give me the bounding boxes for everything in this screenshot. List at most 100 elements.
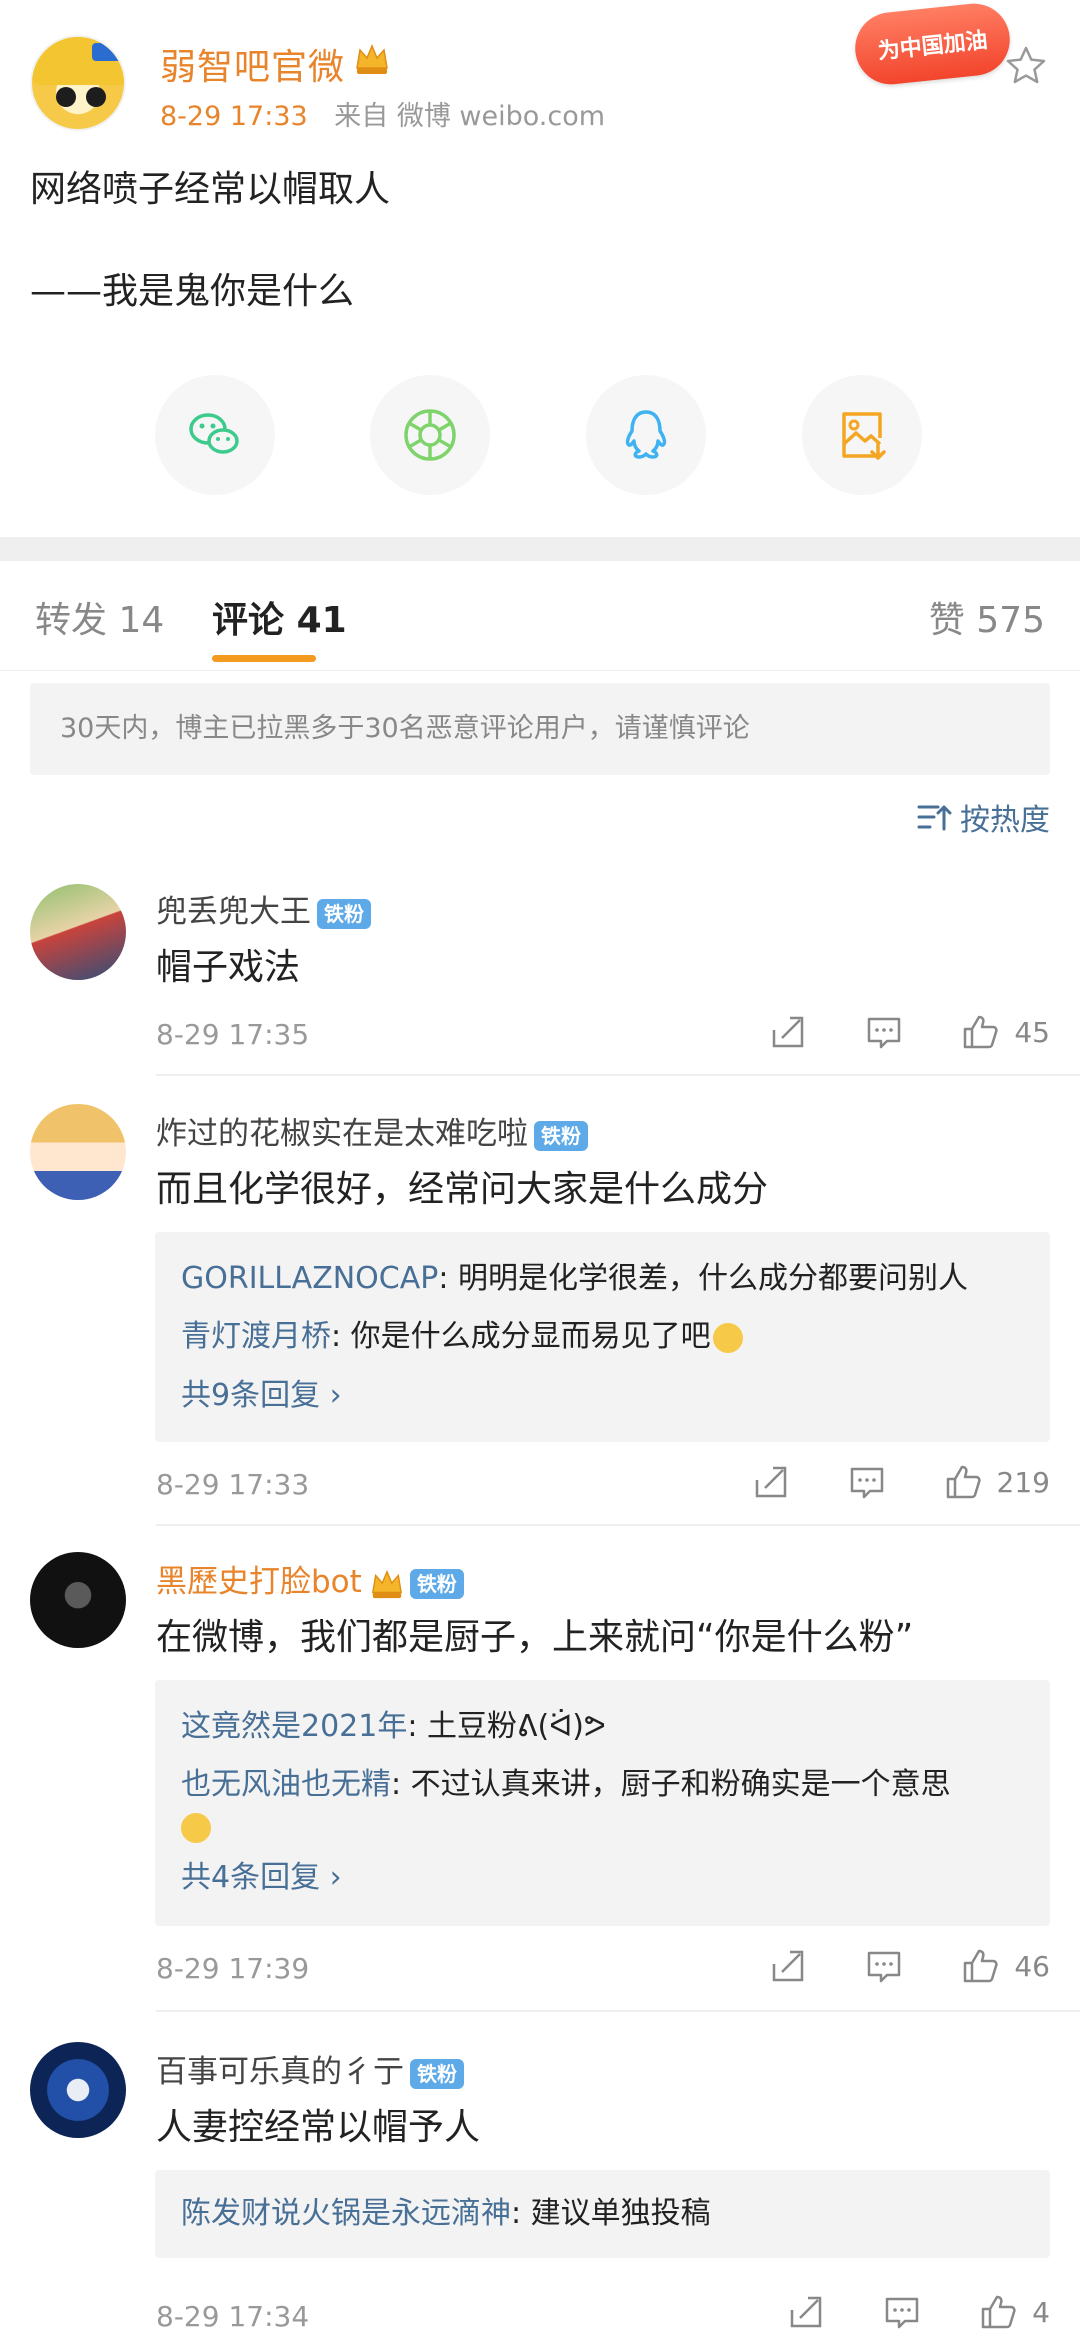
post-text-line1: 网络喷子经常以帽取人: [30, 169, 391, 210]
tab-like[interactable]: 赞 575: [929, 591, 1045, 643]
reply-button[interactable]: [882, 2292, 922, 2332]
thumbs-up-icon: [981, 2295, 1016, 2329]
fan-badge: 铁粉: [409, 1568, 464, 1599]
repost-button[interactable]: [768, 1012, 808, 1052]
like-count: 4: [1032, 2295, 1050, 2329]
comment-icon: [868, 1017, 901, 1049]
comment-time: 8-29 17:39: [156, 1952, 310, 1985]
reply-button[interactable]: [864, 1946, 904, 1986]
sort-button[interactable]: 按热度: [916, 795, 1050, 839]
share-wechat-button[interactable]: [155, 375, 275, 495]
reply-line: 青灯渡月桥: 你是什么成分显而易见了吧: [181, 1308, 1024, 1366]
author-avatar[interactable]: [30, 35, 126, 131]
fan-badge: 铁粉: [410, 2058, 464, 2089]
reply-button[interactable]: [847, 1462, 887, 1502]
reply-user[interactable]: GORILLAZNOCAP: [181, 1261, 438, 1296]
tab-comment-label: 评论: [212, 600, 285, 641]
save-image-icon: [842, 412, 886, 460]
like-button[interactable]: 4: [978, 2292, 1050, 2332]
vip-crown-icon: [356, 44, 388, 74]
like-count: 219: [996, 1465, 1050, 1499]
repost-button[interactable]: [751, 1462, 791, 1502]
reply-user[interactable]: 青灯渡月桥: [181, 1319, 331, 1354]
share-moments-button[interactable]: [370, 375, 490, 495]
fan-badge: 铁粉: [317, 898, 371, 929]
comment-icon: [885, 2297, 919, 2329]
reply-preview-box[interactable]: 这竟然是2021年: 土豆粉ᕕ(ᐛ)ᕗ 也无风油也无精: 不过认真来讲，厨子和粉…: [155, 1680, 1050, 1926]
commenter-avatar[interactable]: [30, 884, 126, 980]
tab-comment-count: 41: [296, 600, 347, 641]
commenter-name[interactable]: 兜丢兜大王 铁粉: [156, 886, 371, 931]
share-save-image-button[interactable]: [802, 375, 922, 495]
commenter-name[interactable]: 百事可乐真的彳亍 铁粉: [156, 2046, 464, 2091]
commenter-avatar[interactable]: [30, 2042, 126, 2138]
star-icon[interactable]: [1004, 44, 1048, 88]
post-source: 来自 微博 weibo.com: [334, 101, 606, 132]
repost-button[interactable]: [768, 1946, 808, 1986]
moments-icon: [404, 409, 456, 461]
section-divider: [0, 537, 1080, 561]
tab-bar: 转发 14 评论 41 赞 575: [0, 561, 1080, 671]
qq-icon: [625, 410, 667, 459]
comment-text: 帽子戏法: [156, 947, 301, 988]
share-row: [0, 375, 1080, 495]
reply-user[interactable]: 也无风油也无精: [181, 1767, 391, 1802]
view-more-replies[interactable]: 共4条回复 ›: [181, 1848, 1024, 1908]
tab-repost[interactable]: 转发 14: [35, 591, 164, 643]
tab-like-label: 赞: [928, 600, 965, 641]
comment-text: 而且化学很好，经常问大家是什么成分: [156, 1169, 769, 1210]
comment-actions: 4: [730, 2292, 1050, 2332]
share-out-icon: [755, 1466, 786, 1498]
tab-repost-count: 14: [118, 600, 165, 641]
reply-preview-box[interactable]: 陈发财说火锅是永远滴神: 建议单独投稿: [155, 2170, 1050, 2258]
like-count: 46: [1014, 1949, 1050, 1983]
comment-time: 8-29 17:35: [156, 1018, 310, 1051]
comment-text: 人妻控经常以帽予人: [156, 2107, 481, 2148]
like-button[interactable]: 46: [960, 1946, 1050, 1986]
smirk-emoji-icon: [712, 1322, 743, 1353]
commenter-name[interactable]: 黑歷史打脸bot 铁粉: [156, 1556, 464, 1601]
share-out-icon: [790, 2296, 822, 2328]
comment-actions: 45: [712, 1012, 1050, 1052]
reply-user[interactable]: 这竟然是2021年: [181, 1709, 407, 1744]
post-meta: 8-29 17:33 来自 微博 weibo.com: [160, 94, 605, 133]
repost-button[interactable]: [786, 2292, 826, 2332]
comment-actions: 219: [695, 1462, 1050, 1502]
thumbs-up-icon: [964, 1015, 998, 1049]
thumbs-up-icon: [946, 1465, 981, 1499]
post-header: 弱智吧官微 8-29 17:33 来自 微博 weibo.com 为中国加油: [0, 0, 1080, 150]
sort-icon: [917, 805, 952, 831]
like-button[interactable]: 45: [960, 1012, 1050, 1052]
comment-divider: [156, 1074, 1080, 1076]
author-name[interactable]: 弱智吧官微: [160, 38, 345, 90]
post-time: 8-29 17:33: [160, 101, 308, 132]
share-out-icon: [773, 1950, 804, 1982]
post-text-line2: ——我是鬼你是什么: [30, 271, 355, 312]
comment-divider: [156, 1524, 1080, 1526]
reply-preview-box[interactable]: GORILLAZNOCAP: 明明是化学很差，什么成分都要问别人 青灯渡月桥: …: [155, 1232, 1050, 1442]
like-button[interactable]: 219: [943, 1462, 1050, 1502]
comment-icon: [868, 1951, 901, 1983]
commenter-avatar[interactable]: [30, 1104, 126, 1200]
sort-label: 按热度: [960, 803, 1050, 838]
comment-time: 8-29 17:33: [156, 1468, 310, 1501]
comment-time: 8-29 17:34: [156, 2300, 310, 2333]
reply-user[interactable]: 陈发财说火锅是永远滴神: [181, 2196, 511, 2231]
commenter-name[interactable]: 炸过的花椒实在是太难吃啦 铁粉: [156, 1108, 588, 1153]
thumbs-up-icon: [964, 1949, 998, 1983]
promo-badge[interactable]: 为中国加油: [851, 0, 1014, 88]
reply-line: GORILLAZNOCAP: 明明是化学很差，什么成分都要问别人: [181, 1261, 969, 1296]
wechat-icon: [189, 413, 239, 454]
comment-text: 在微博，我们都是厨子，上来就问“你是什么粉”: [156, 1617, 914, 1658]
comment-icon: [850, 1467, 883, 1499]
comment-notice: 30天内，博主已拉黑多于30名恶意评论用户，请谨慎评论: [30, 683, 1050, 775]
reply-line: 这竟然是2021年: 土豆粉ᕕ(ᐛ)ᕗ: [181, 1709, 606, 1744]
view-more-replies[interactable]: 共9条回复 ›: [181, 1366, 1024, 1426]
commenter-avatar[interactable]: [30, 1552, 126, 1648]
tab-repost-label: 转发: [35, 600, 108, 641]
reply-button[interactable]: [864, 1012, 904, 1052]
reply-line: 也无风油也无精: 不过认真来讲，厨子和粉确实是一个意思: [181, 1756, 1024, 1848]
share-qq-button[interactable]: [586, 375, 706, 495]
comment-divider: [156, 2010, 1080, 2012]
laughing-emoji-icon: [181, 1812, 211, 1843]
